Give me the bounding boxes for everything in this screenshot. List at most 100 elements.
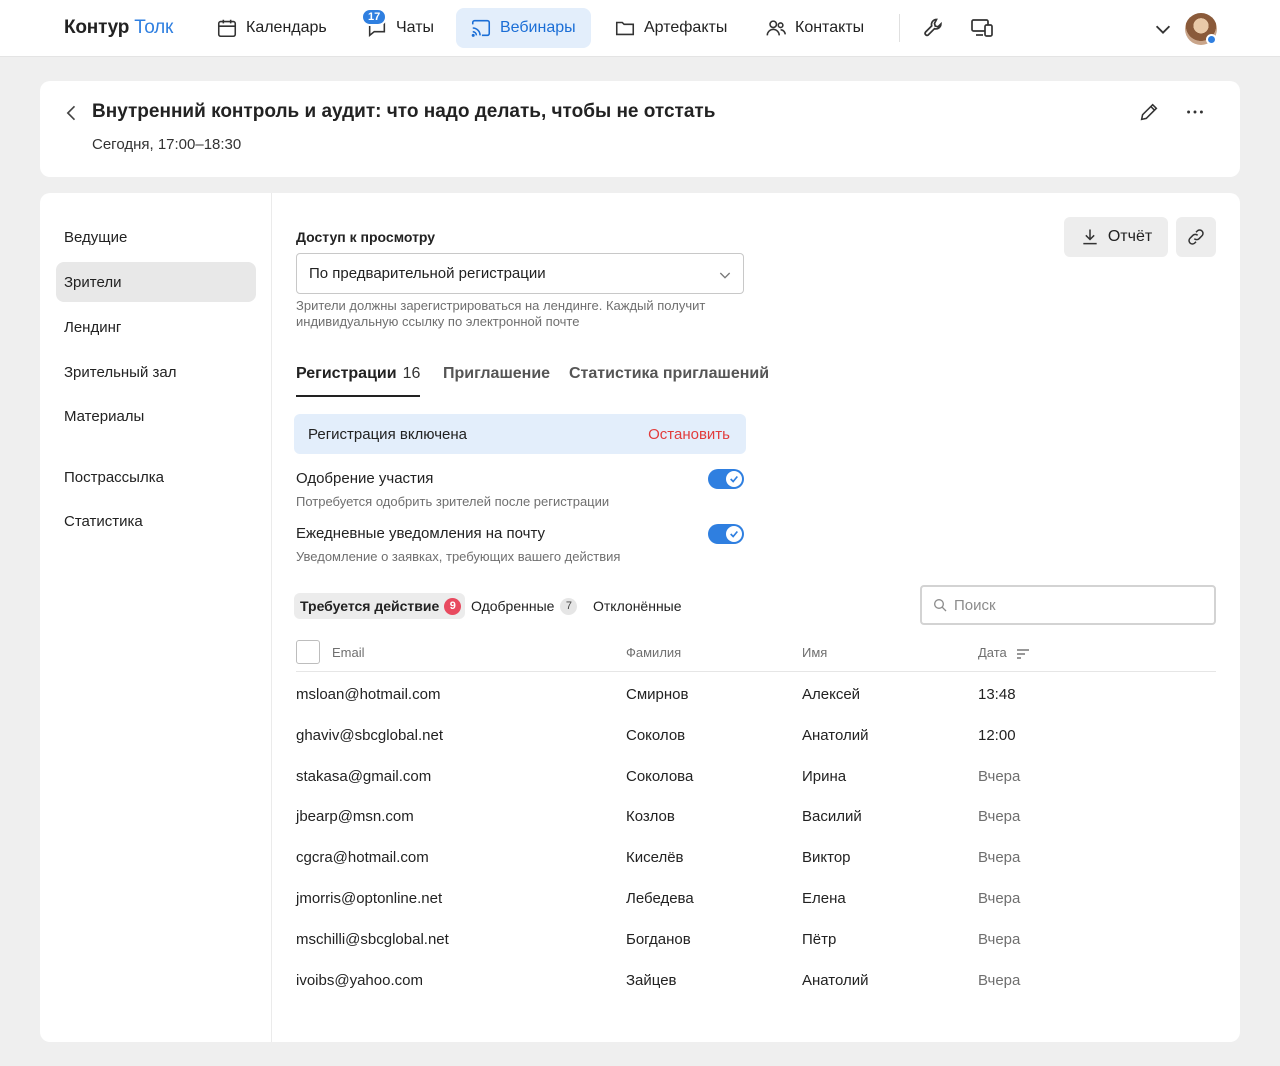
filter-approved[interactable]: Одобренные 7 (471, 593, 578, 619)
nav-webinars[interactable]: Вебинары (456, 8, 591, 48)
chevron-left-icon[interactable] (62, 103, 82, 123)
cell-date: Вчера (978, 890, 1021, 907)
sidebar-item-label: Зрительный зал (64, 363, 177, 381)
copy-link-button[interactable] (1176, 217, 1216, 257)
table-row[interactable]: cgcra@hotmail.com Киселёв Виктор Вчера (296, 838, 1216, 879)
column-first-name[interactable]: Имя (802, 645, 827, 660)
stop-registration-button[interactable]: Остановить (648, 426, 730, 443)
table-row[interactable]: stakasa@gmail.com Соколова Ирина Вчера (296, 757, 1216, 798)
cell-first-name: Анатолий (802, 726, 869, 744)
access-hint: Зрители должны зарегистрироваться на лен… (296, 298, 706, 329)
cell-first-name: Виктор (802, 849, 851, 867)
nav-artifacts-label: Артефакты (644, 19, 728, 36)
cell-date: 12:00 (978, 726, 1016, 744)
cell-email: cgcra@hotmail.com (296, 849, 429, 867)
table-row[interactable]: ivoibs@yahoo.com Зайцев Анатолий Вчера (296, 961, 1216, 1002)
check-icon (730, 475, 738, 483)
sidebar-item-label: Зрители (64, 273, 122, 291)
report-button[interactable]: Отчёт (1064, 217, 1168, 257)
table-row[interactable]: msloan@hotmail.com Смирнов Алексей 13:48 (296, 675, 1216, 716)
nav-chats[interactable]: 17 Чаты (352, 8, 448, 48)
cast-icon (471, 19, 491, 37)
table-row[interactable]: jbearp@msn.com Козлов Василий Вчера (296, 797, 1216, 838)
sidebar-item-label: Ведущие (64, 228, 128, 246)
cell-first-name: Анатолий (802, 971, 869, 989)
filter-action-required[interactable]: Требуется действие 9 (294, 593, 466, 619)
more-horizontal-icon[interactable] (1183, 101, 1207, 123)
nav-artifacts[interactable]: Артефакты (600, 8, 741, 48)
approval-option-title: Одобрение участия (296, 470, 434, 487)
chats-badge: 17 (361, 8, 388, 26)
access-label: Доступ к просмотру (296, 229, 436, 245)
cell-last-name: Киселёв (626, 849, 684, 867)
notify-toggle[interactable] (708, 524, 744, 544)
nav-divider (899, 14, 900, 42)
cell-email: jbearp@msn.com (296, 808, 414, 826)
table-header: Email Фамилия Имя Дата (296, 638, 1216, 672)
cell-last-name: Зайцев (626, 971, 677, 989)
devices-icon[interactable] (970, 16, 994, 40)
cell-last-name: Козлов (626, 808, 675, 826)
report-button-label: Отчёт (1107, 228, 1153, 245)
top-navigation-bar: Контур Толк Календарь 17 Чаты Вебинары А… (0, 0, 1280, 57)
nav-contacts-label: Контакты (795, 19, 865, 36)
notify-option-title: Ежедневные уведомления на почту (296, 525, 546, 542)
cell-date: Вчера (978, 849, 1021, 867)
search-input[interactable]: Поиск (920, 585, 1216, 625)
access-select[interactable]: По предварительной регистрации (296, 253, 744, 294)
sidebar-item-label: Лендинг (64, 318, 122, 336)
sidebar-item-label: Материалы (64, 407, 145, 425)
pencil-icon[interactable] (1138, 101, 1160, 123)
tab-registrations[interactable]: Регистрации 16 (296, 365, 421, 397)
main-panel: Ведущие Зрители Лендинг Зрительный зал М… (40, 193, 1240, 1042)
app-logo[interactable]: Контур Толк (64, 17, 173, 39)
approval-toggle[interactable] (708, 469, 744, 489)
sort-icon[interactable] (1016, 648, 1030, 660)
cell-first-name: Елена (802, 890, 846, 907)
sidebar-item-viewers[interactable]: Зрители (56, 262, 256, 302)
sidebar-item-hosts[interactable]: Ведущие (56, 217, 256, 257)
sidebar-item-post-mailing[interactable]: Пострассылка (56, 457, 256, 497)
filter-action-required-label: Требуется действие (300, 598, 440, 614)
filter-rejected[interactable]: Отклонённые (593, 593, 682, 619)
column-date[interactable]: Дата (978, 645, 1007, 660)
sidebar-item-materials[interactable]: Материалы (56, 396, 256, 436)
download-icon (1083, 229, 1097, 245)
cell-last-name: Смирнов (626, 686, 689, 703)
nav-contacts[interactable]: Контакты (751, 8, 878, 48)
table-row[interactable]: jmorris@optonline.net Лебедева Елена Вчера (296, 879, 1216, 920)
table-row[interactable]: ghaviv@sbcglobal.net Соколов Анатолий 12:00 (296, 716, 1216, 757)
tab-invitation-stats[interactable]: Статистика приглашений (569, 365, 769, 397)
event-title: Внутренний контроль и аудит: что надо де… (92, 101, 716, 122)
cell-email: ghaviv@sbcglobal.net (296, 726, 443, 744)
cell-last-name: Богданов (626, 930, 691, 948)
select-all-checkbox[interactable] (296, 640, 320, 664)
nav-calendar[interactable]: Календарь (202, 8, 341, 48)
sidebar-item-landing[interactable]: Лендинг (56, 307, 256, 347)
link-icon (1188, 229, 1204, 245)
column-email[interactable]: Email (332, 645, 365, 660)
tab-registrations-label: Регистрации (296, 365, 397, 382)
cell-date: Вчера (978, 971, 1021, 989)
column-last-name[interactable]: Фамилия (626, 645, 681, 660)
cell-email: ivoibs@yahoo.com (296, 971, 423, 989)
cell-first-name: Василий (802, 808, 862, 826)
wrench-icon[interactable] (922, 16, 946, 40)
sidebar-item-label: Пострассылка (64, 468, 164, 486)
nav-chats-label: Чаты (396, 19, 435, 36)
sidebar-item-statistics[interactable]: Статистика (56, 501, 256, 541)
tab-invitation-stats-label: Статистика приглашений (569, 365, 770, 382)
cell-last-name: Соколов (626, 726, 686, 744)
cell-first-name: Пётр (802, 930, 837, 948)
calendar-icon (217, 19, 237, 38)
approval-option-desc: Потребуется одобрить зрителей после реги… (296, 494, 610, 509)
sidebar-item-auditorium[interactable]: Зрительный зал (56, 352, 256, 392)
search-placeholder: Поиск (954, 596, 996, 614)
tab-invitation[interactable]: Приглашение (443, 365, 550, 397)
chevron-down-icon[interactable] (1152, 18, 1174, 40)
cell-email: stakasa@gmail.com (296, 767, 432, 785)
cell-first-name: Ирина (802, 767, 847, 785)
table-row[interactable]: mschilli@sbcglobal.net Богданов Пётр Вчера (296, 920, 1216, 961)
folder-icon (615, 21, 635, 36)
check-icon (730, 530, 738, 538)
